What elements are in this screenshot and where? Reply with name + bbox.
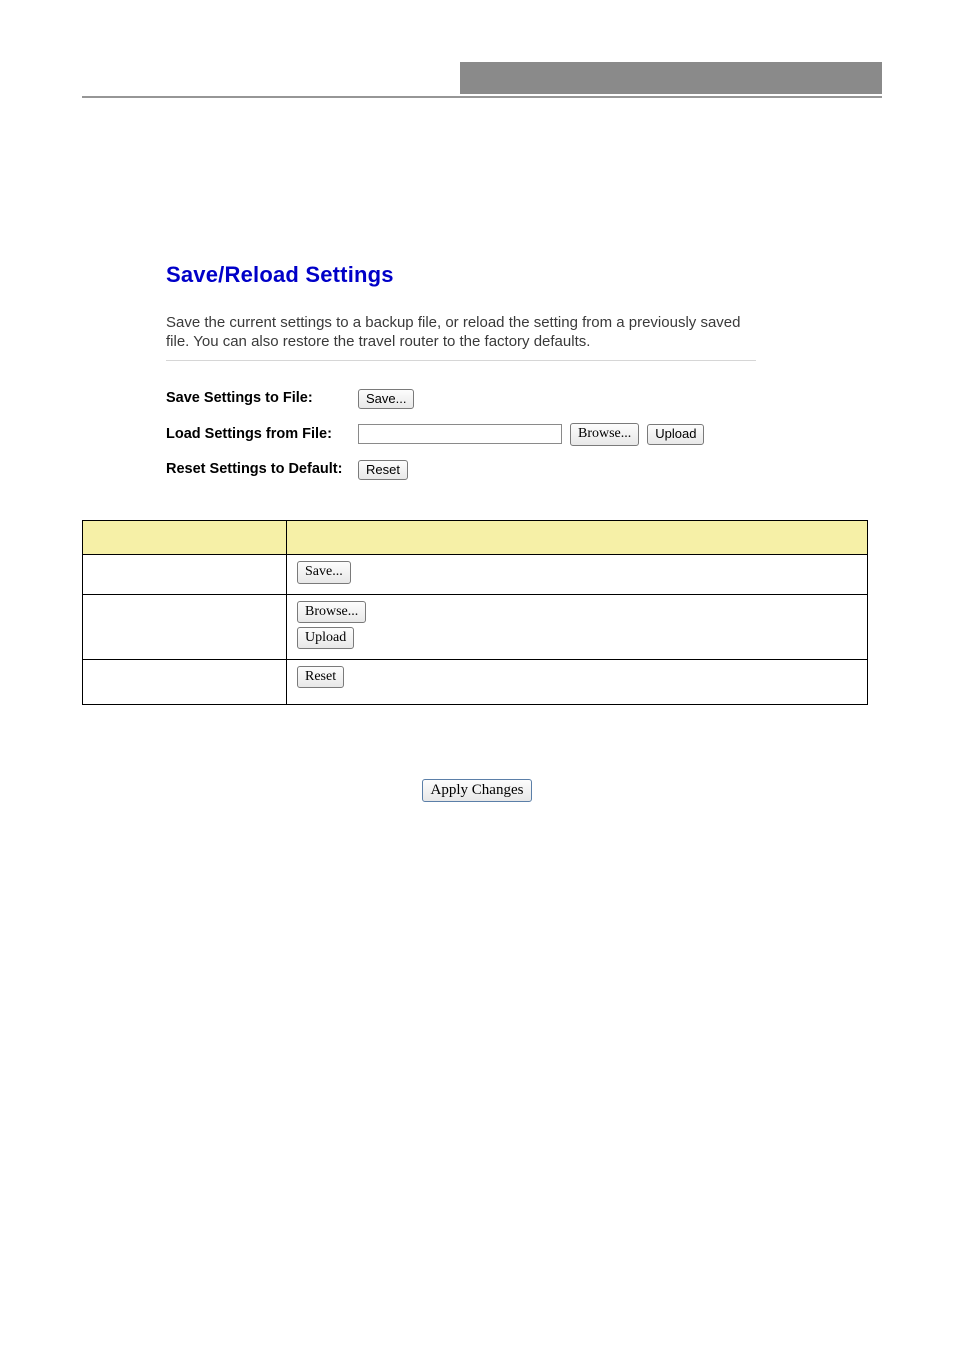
reset-button[interactable]: Reset: [358, 460, 408, 481]
upload-button-inline[interactable]: Upload: [297, 627, 354, 649]
apply-changes-button[interactable]: Apply Changes: [422, 779, 533, 802]
table-header-desc: [287, 521, 868, 555]
table-row: Browse... Upload: [83, 594, 868, 659]
browse-button[interactable]: Browse...: [570, 423, 639, 445]
save-row: Save Settings to File: Save...: [166, 389, 756, 410]
header-band: [0, 62, 954, 94]
table-header-item: [83, 521, 287, 555]
reset-button-inline[interactable]: Reset: [297, 666, 344, 688]
load-label: Load Settings from File:: [166, 426, 358, 443]
save-button-inline[interactable]: Save...: [297, 561, 351, 583]
header-left: [0, 62, 460, 94]
reset-row: Reset Settings to Default: Reset: [166, 460, 756, 481]
save-label: Save Settings to File:: [166, 390, 358, 407]
header-right: [460, 62, 882, 94]
table-header-row: [83, 521, 868, 555]
settings-form: Save Settings to File: Save... Load Sett…: [166, 389, 756, 481]
table-desc-cell: Reset: [287, 660, 868, 705]
guide-table: Save... Browse... Upload Reset: [82, 520, 868, 705]
table-item-cell: [83, 594, 287, 659]
page-title: Save/Reload Settings: [166, 262, 756, 288]
header-rule: [82, 96, 882, 98]
table-desc-cell: Save...: [287, 555, 868, 594]
save-button[interactable]: Save...: [358, 389, 414, 410]
reset-label: Reset Settings to Default:: [166, 461, 358, 478]
browse-button-inline[interactable]: Browse...: [297, 601, 366, 623]
table-item-cell: [83, 555, 287, 594]
load-file-input[interactable]: [358, 424, 562, 444]
settings-panel: Save/Reload Settings Save the current se…: [158, 252, 764, 504]
table-row: Save...: [83, 555, 868, 594]
table-row: Reset: [83, 660, 868, 705]
table-item-cell: [83, 660, 287, 705]
page-description: Save the current settings to a backup fi…: [166, 314, 756, 361]
load-row: Load Settings from File: Browse... Uploa…: [166, 423, 756, 445]
upload-button[interactable]: Upload: [647, 424, 704, 445]
table-desc-cell: Browse... Upload: [287, 594, 868, 659]
apply-area: Apply Changes: [0, 779, 954, 802]
